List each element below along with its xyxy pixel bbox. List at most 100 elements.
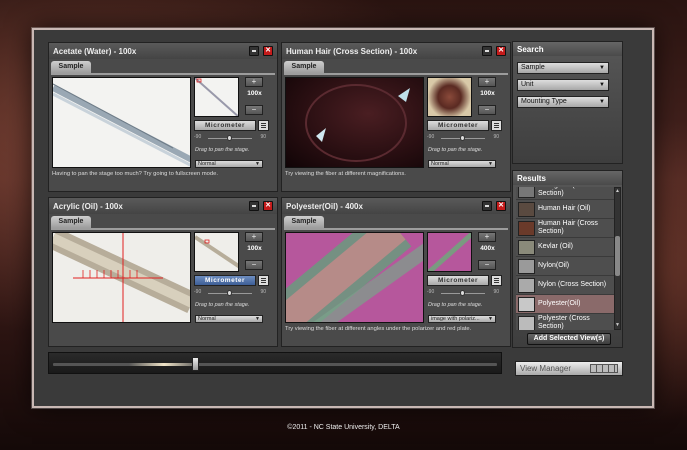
list-item[interactable]: Nylon (Cross Section)	[516, 276, 614, 295]
result-thumbnail	[518, 316, 535, 330]
tab-sample[interactable]: Sample	[284, 216, 324, 228]
slider-min-label: -90	[194, 134, 202, 140]
microscope-view[interactable]	[52, 232, 191, 323]
window-title: Polyester(Oil) - 400x	[282, 198, 510, 214]
item-label: Nylon(Oil)	[538, 262, 570, 269]
mode-select[interactable]: Normal	[195, 160, 263, 168]
results-list[interactable]: Fiberglass (Cross Section) Human Hair (O…	[516, 187, 614, 330]
minimize-button[interactable]	[249, 201, 259, 211]
unit-dropdown[interactable]: Unit	[517, 79, 609, 91]
sample-dropdown[interactable]: Sample	[517, 62, 609, 74]
window-caption: Try viewing the fiber at different angle…	[285, 326, 472, 332]
tab-sample[interactable]: Sample	[284, 61, 324, 73]
timeline-knob[interactable]	[192, 357, 199, 371]
zoom-in-button[interactable]: +	[478, 77, 496, 87]
results-scrollbar[interactable]: ▲ ▼	[614, 187, 621, 330]
micrometer-button[interactable]: Micrometer	[427, 275, 489, 286]
zoom-level: 100x	[480, 90, 495, 97]
mode-select[interactable]: Normal	[195, 315, 263, 323]
tab-sample[interactable]: Sample	[51, 216, 91, 228]
search-title: Search	[513, 42, 622, 56]
micrometer-button[interactable]: Micrometer	[194, 120, 256, 131]
list-item[interactable]: Fiberglass (Cross Section)	[516, 187, 614, 200]
window-caption: Try viewing the fiber at different magni…	[285, 171, 406, 177]
window-title: Acetate (Water) - 100x	[49, 43, 277, 59]
minimize-button[interactable]	[482, 201, 492, 211]
rotation-slider[interactable]: -90 90	[427, 134, 499, 144]
zoom-in-button[interactable]: +	[478, 232, 496, 242]
mounting-type-dropdown[interactable]: Mounting Type	[517, 96, 609, 108]
viewer-window-acrylic[interactable]: Acrylic (Oil) - 100x ✕ Sample + 100x − M…	[48, 197, 278, 347]
minimize-button[interactable]	[482, 46, 492, 56]
list-item[interactable]: Nylon(Oil)	[516, 257, 614, 276]
timeline-slider[interactable]	[48, 352, 502, 374]
zoom-in-button[interactable]: +	[245, 232, 263, 242]
close-button[interactable]: ✕	[263, 46, 273, 56]
thumbnail-image	[428, 233, 471, 271]
micrometer-grid-icon[interactable]	[491, 120, 502, 131]
micrometer-grid-icon[interactable]	[258, 275, 269, 286]
slider-knob[interactable]	[227, 135, 232, 141]
minimize-button[interactable]	[249, 46, 259, 56]
overview-thumbnail[interactable]	[427, 232, 472, 272]
result-thumbnail	[518, 221, 535, 236]
zoom-out-button[interactable]: −	[478, 105, 496, 115]
drag-hint: Drag to pan the stage.	[195, 302, 250, 308]
tab-divider	[284, 228, 508, 230]
zoom-level: 100x	[247, 90, 262, 97]
slider-knob[interactable]	[227, 290, 232, 296]
copyright: ©2011 - NC State University, DELTA	[287, 424, 400, 431]
slider-knob[interactable]	[460, 290, 465, 296]
close-button[interactable]: ✕	[496, 46, 506, 56]
zoom-out-button[interactable]: −	[245, 105, 263, 115]
mode-select[interactable]: image with polariz...	[428, 315, 496, 323]
add-selected-views-button[interactable]: Add Selected View(s)	[527, 333, 611, 345]
result-thumbnail	[518, 297, 535, 312]
zoom-out-button[interactable]: −	[245, 260, 263, 270]
fiber-image	[53, 83, 190, 167]
viewer-window-human-hair[interactable]: Human Hair (Cross Section) - 100x ✕ Samp…	[281, 42, 511, 192]
overview-thumbnail[interactable]	[194, 77, 239, 117]
rotation-slider[interactable]: -90 90	[194, 289, 266, 299]
scroll-up-icon[interactable]: ▲	[615, 188, 620, 195]
microscope-view[interactable]	[285, 232, 424, 323]
zoom-in-button[interactable]: +	[245, 77, 263, 87]
micrometer-button[interactable]: Micrometer	[427, 120, 489, 131]
overview-thumbnail[interactable]	[194, 232, 239, 272]
view-manager-button[interactable]: View Manager	[515, 361, 623, 376]
mode-select[interactable]: Normal	[428, 160, 496, 168]
slider-min-label: -90	[194, 289, 202, 295]
search-panel: Search Sample Unit Mounting Type	[512, 41, 623, 164]
microscope-view[interactable]	[285, 77, 424, 168]
zoom-level: 100x	[247, 245, 262, 252]
viewer-window-acetate[interactable]: Acetate (Water) - 100x ✕ Sample + 100x −…	[48, 42, 278, 192]
slider-min-label: -90	[427, 289, 435, 295]
tab-divider	[51, 228, 275, 230]
list-item[interactable]: Human Hair (Cross Section)	[516, 219, 614, 238]
zoom-out-button[interactable]: −	[478, 260, 496, 270]
timeline-track	[53, 363, 497, 366]
microscope-view[interactable]	[52, 77, 191, 168]
close-button[interactable]: ✕	[263, 201, 273, 211]
close-button[interactable]: ✕	[496, 201, 506, 211]
list-item[interactable]: Kevlar (Oil)	[516, 238, 614, 257]
tab-sample[interactable]: Sample	[51, 61, 91, 73]
micrometer-grid-icon[interactable]	[258, 120, 269, 131]
slider-knob[interactable]	[460, 135, 465, 141]
micrometer-grid-icon[interactable]	[491, 275, 502, 286]
overview-thumbnail[interactable]	[427, 77, 472, 117]
result-thumbnail	[518, 240, 535, 255]
list-item[interactable]: Human Hair (Oil)	[516, 200, 614, 219]
item-label: Human Hair (Oil)	[538, 205, 591, 212]
slider-max-label: 90	[493, 134, 499, 140]
rotation-slider[interactable]: -90 90	[194, 134, 266, 144]
viewer-window-polyester[interactable]: Polyester(Oil) - 400x ✕ Sample + 400x − …	[281, 197, 511, 347]
micrometer-button[interactable]: Micrometer	[194, 275, 256, 286]
scroll-down-icon[interactable]: ▼	[615, 322, 620, 329]
list-item-selected[interactable]: Polyester(Oil)	[516, 295, 614, 314]
scroll-thumb[interactable]	[615, 236, 620, 276]
slider-max-label: 90	[260, 289, 266, 295]
rotation-slider[interactable]: -90 90	[427, 289, 499, 299]
item-label: Kevlar (Oil)	[538, 243, 574, 250]
list-item[interactable]: Polyester (Cross Section)	[516, 314, 614, 330]
